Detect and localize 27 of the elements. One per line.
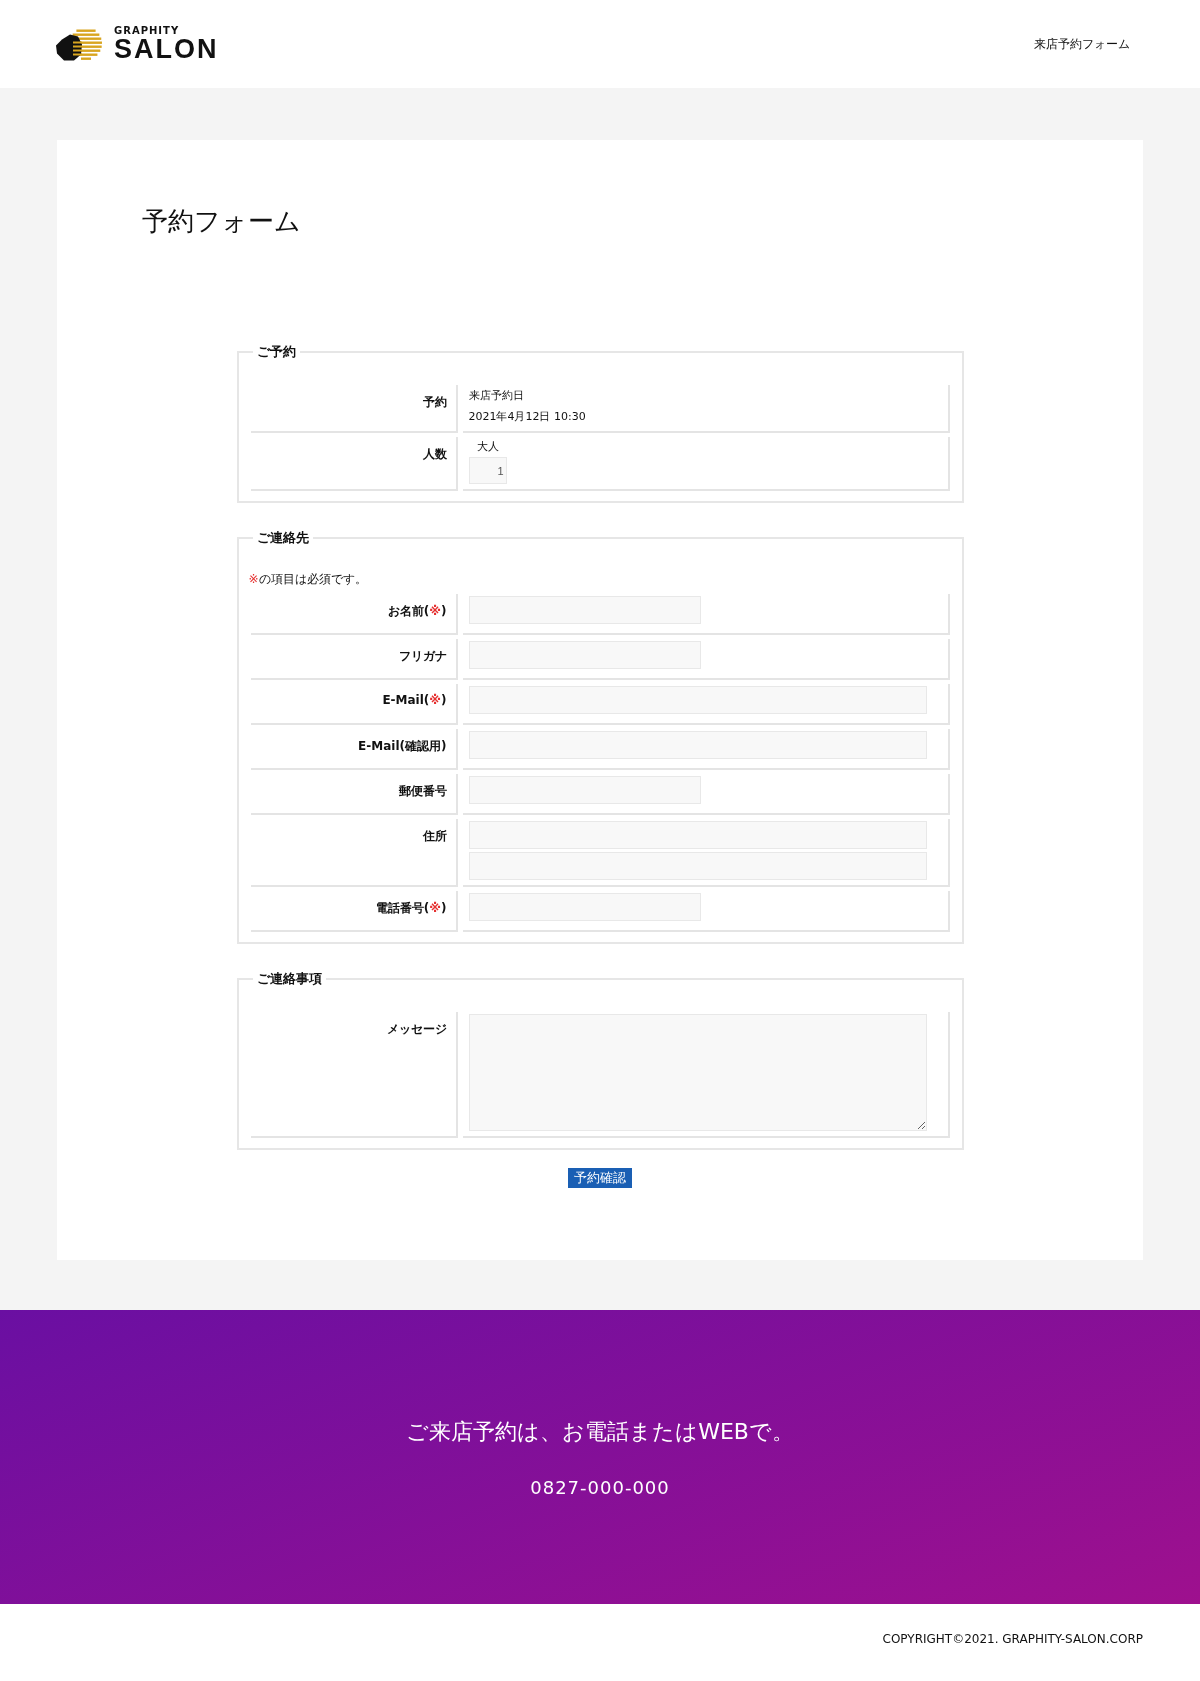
phone-number: 0827-000-000 (530, 1476, 670, 1498)
section-legend: ご連絡先 (252, 529, 313, 547)
field-label: メッセージ (386, 1022, 447, 1036)
field-label: 郵便番号 (398, 784, 447, 798)
field-label: E-Mail(確認用) (358, 739, 447, 753)
field-label: 住所 (422, 829, 447, 843)
nav-link[interactable]: 来店予約フォーム (1034, 35, 1130, 53)
field-label: お名前(※) (387, 604, 447, 618)
message-field[interactable] (468, 1014, 927, 1131)
page-title: 予約フォーム (142, 205, 302, 238)
logo-subtitle: GRAPHITY (114, 25, 181, 36)
count-field[interactable]: 1 (468, 457, 507, 484)
confirm-button[interactable]: 予約確認 (568, 1168, 632, 1188)
field-label: E-Mail(※) (382, 693, 447, 707)
logo-title: SALON (114, 35, 219, 63)
required-note: ※の項目は必須です。 (248, 571, 368, 588)
field-label: 予約 (422, 395, 447, 409)
reservation-text: 来店予約日 (468, 388, 525, 404)
copyright: COPYRIGHT©2021. GRAPHITY-SALON.CORP (882, 1632, 1143, 1646)
field-label: フリガナ (398, 649, 447, 663)
section-legend: ご予約 (252, 343, 300, 361)
footer-headline: ご来店予約は、お電話またはWEBで。 (406, 1417, 794, 1446)
reservation-text: 2021年4月12日 10:30 (468, 409, 587, 425)
field-label: 電話番号(※) (375, 901, 447, 915)
field-caption: 大人 (475, 439, 500, 454)
field-label: 人数 (422, 447, 447, 461)
section-legend: ご連絡事項 (252, 970, 326, 988)
